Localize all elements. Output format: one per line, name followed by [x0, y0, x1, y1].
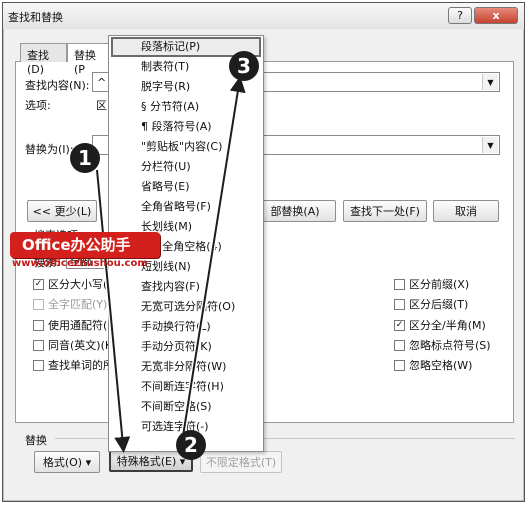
match-width-label: 区分全/半角(M): [409, 319, 486, 332]
replace-all-button[interactable]: 部替换(A): [254, 200, 336, 222]
option-wildcards[interactable]: 使用通配符(: [33, 317, 107, 333]
step-badge-3: 3: [229, 51, 259, 81]
cancel-button[interactable]: 取消: [433, 200, 499, 222]
match-width-checkbox[interactable]: ✓: [394, 319, 405, 331]
option-ignore-space[interactable]: 忽略空格(W): [394, 357, 472, 373]
ignore-punct-label: 忽略标点符号(S): [409, 339, 491, 352]
tab-replace[interactable]: 替换(P: [67, 43, 113, 76]
menu-item-nb-space[interactable]: 不间断空格(S): [111, 397, 261, 417]
option-sounds-like[interactable]: 同音(英文)(K: [33, 337, 112, 353]
wildcards-label: 使用通配符(: [48, 319, 108, 332]
find-input-value: ^: [97, 76, 107, 89]
whole-word-label: 全字匹配(Y): [48, 298, 108, 311]
step-badge-2: 2: [176, 430, 206, 460]
menu-item-section-char[interactable]: § 分节符(A): [111, 97, 261, 117]
no-format-button[interactable]: 不限定格式(T): [200, 451, 282, 473]
menu-item-manual-line-break[interactable]: 手动换行符(L): [111, 317, 261, 337]
option-ignore-punct[interactable]: 忽略标点符号(S): [394, 337, 491, 353]
ignore-space-checkbox[interactable]: [394, 359, 405, 371]
word-forms-label: 查找单词的所: [48, 359, 114, 372]
option-match-suffix[interactable]: 区分后缀(T): [394, 296, 468, 312]
replace-label: 替换为(I):: [25, 143, 74, 156]
whole-word-checkbox[interactable]: [33, 298, 44, 310]
menu-item-clipboard[interactable]: "剪贴板"内容(C): [111, 137, 261, 157]
menu-item-zw-optional-break[interactable]: 无宽可选分隔符(O): [111, 297, 261, 317]
match-suffix-label: 区分后缀(T): [409, 298, 469, 311]
step-badge-1: 1: [70, 143, 100, 173]
tab-find[interactable]: 查找(D): [20, 43, 67, 76]
chevron-down-icon[interactable]: ▼: [482, 137, 498, 153]
match-case-label: 区分大小写(: [48, 278, 108, 291]
menu-item-ellipsis[interactable]: 省略号(E): [111, 177, 261, 197]
match-case-checkbox[interactable]: ✓: [33, 278, 44, 290]
watermark-logo: Office办公助手: [10, 232, 160, 258]
format-button[interactable]: 格式(O) ▾: [34, 451, 100, 473]
sounds-like-checkbox[interactable]: [33, 339, 44, 351]
match-prefix-checkbox[interactable]: [394, 278, 405, 290]
option-word-forms[interactable]: 查找单词的所: [33, 357, 114, 373]
less-button[interactable]: << 更少(L): [27, 200, 97, 222]
menu-item-column-break[interactable]: 分栏符(U): [111, 157, 261, 177]
menu-item-zw-non-break[interactable]: 无宽非分隔符(W): [111, 357, 261, 377]
option-match-width[interactable]: ✓ 区分全/半角(M): [394, 317, 486, 333]
menu-item-find-what[interactable]: 查找内容(F): [111, 277, 261, 297]
watermark-url: www.officezhushou.com: [12, 258, 148, 269]
ignore-punct-checkbox[interactable]: [394, 339, 405, 351]
dialog-title: 查找和替换: [8, 11, 63, 24]
sounds-like-label: 同音(英文)(K: [48, 339, 113, 352]
find-label: 查找内容(N):: [25, 79, 90, 92]
menu-item-nb-hyphen[interactable]: 不间断连字符(H): [111, 377, 261, 397]
menu-item-manual-page-break[interactable]: 手动分页符(K): [111, 337, 261, 357]
replace-section-title: 替换: [25, 434, 47, 447]
ignore-space-label: 忽略空格(W): [409, 359, 473, 372]
close-button[interactable]: x: [474, 7, 518, 24]
find-next-button[interactable]: 查找下一处(F): [343, 200, 427, 222]
chevron-down-icon[interactable]: ▼: [482, 74, 498, 90]
menu-item-full-ellipsis[interactable]: 全角省略号(F): [111, 197, 261, 217]
word-forms-checkbox[interactable]: [33, 359, 44, 371]
option-whole-word[interactable]: 全字匹配(Y): [33, 296, 107, 312]
match-suffix-checkbox[interactable]: [394, 298, 405, 310]
wildcards-checkbox[interactable]: [33, 319, 44, 331]
options-value: 区: [96, 99, 107, 112]
menu-item-paragraph-char[interactable]: ¶ 段落符号(A): [111, 117, 261, 137]
option-match-prefix[interactable]: 区分前缀(X): [394, 276, 469, 292]
help-button[interactable]: ?: [448, 7, 472, 24]
options-label: 选项:: [25, 99, 51, 112]
match-prefix-label: 区分前缀(X): [409, 278, 470, 291]
title-bar: [3, 3, 524, 29]
option-match-case[interactable]: ✓ 区分大小写(: [33, 276, 107, 292]
